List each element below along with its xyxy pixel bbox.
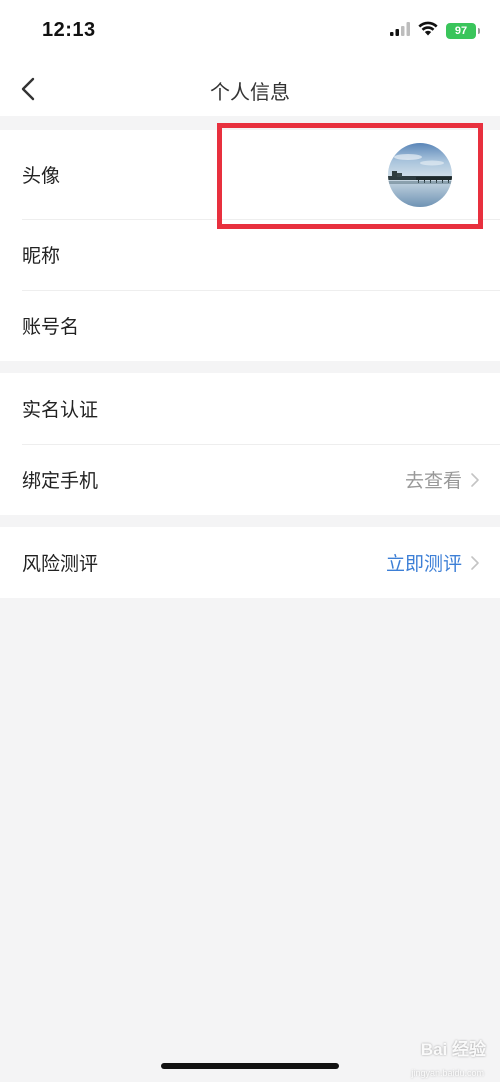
row-account-name[interactable]: 账号名 (0, 290, 500, 361)
status-icons: 97 (390, 21, 480, 40)
status-bar: 12:13 97 (0, 0, 500, 62)
row-label-nickname: 昵称 (22, 245, 61, 267)
verification-group: 实名认证 绑定手机 去查看 (0, 373, 500, 515)
watermark-text: Bai 经验 (420, 1040, 486, 1059)
chevron-right-icon (470, 555, 480, 571)
row-real-name[interactable]: 实名认证 (0, 373, 500, 444)
row-label-avatar: 头像 (22, 165, 61, 187)
row-label-real-name: 实名认证 (22, 399, 99, 421)
row-risk-assessment[interactable]: 风险测评 立即测评 (0, 527, 500, 598)
row-label-risk-assessment: 风险测评 (22, 553, 99, 575)
row-action-risk-assessment[interactable]: 立即测评 (386, 549, 480, 576)
wifi-icon (418, 21, 438, 40)
nav-bar: 个人信息 (0, 62, 500, 116)
row-label-bind-phone: 绑定手机 (22, 470, 99, 492)
highlight-annotation (217, 123, 483, 229)
bind-phone-value[interactable]: 去查看 (405, 466, 462, 493)
row-action-bind-phone[interactable]: 去查看 (405, 466, 480, 493)
status-time: 12:13 (42, 19, 96, 41)
battery-icon: 97 (446, 22, 480, 39)
page-title: 个人信息 (210, 80, 290, 104)
chevron-right-icon (470, 472, 480, 488)
cellular-signal-icon (390, 21, 410, 40)
watermark-sub: jingyan.baidu.com (411, 1068, 484, 1078)
row-nickname[interactable]: 昵称 (0, 219, 500, 290)
watermark: Bai 经验 (421, 1035, 486, 1060)
row-bind-phone[interactable]: 绑定手机 去查看 (0, 444, 500, 515)
home-indicator (161, 1063, 339, 1069)
row-label-account-name: 账号名 (22, 316, 80, 338)
battery-level: 97 (454, 24, 468, 37)
risk-assessment-value[interactable]: 立即测评 (386, 549, 462, 576)
risk-group: 风险测评 立即测评 (0, 527, 500, 598)
